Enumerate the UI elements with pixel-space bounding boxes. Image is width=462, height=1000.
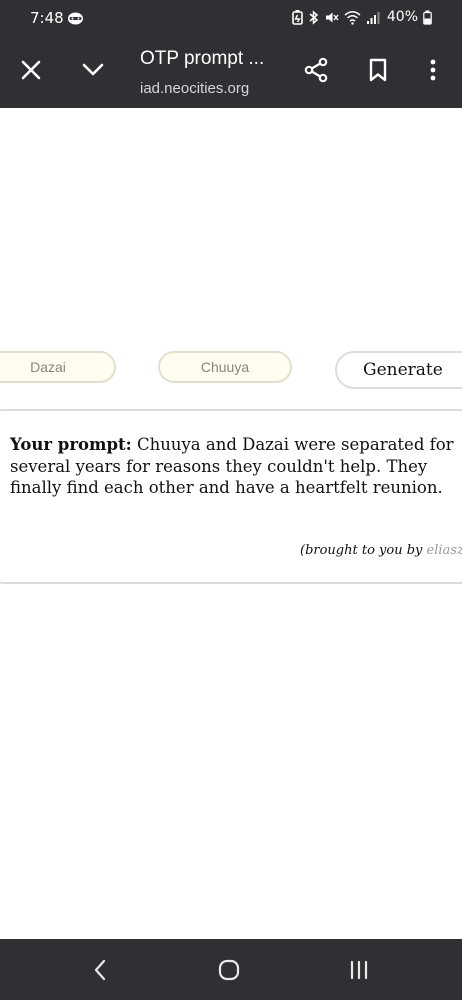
share-icon bbox=[304, 57, 328, 83]
raccoon-icon bbox=[68, 12, 83, 25]
bluetooth-icon bbox=[309, 9, 319, 25]
share-button[interactable] bbox=[298, 52, 334, 88]
minimize-button[interactable] bbox=[75, 52, 111, 88]
nav-back-button[interactable] bbox=[84, 955, 116, 985]
wifi-icon bbox=[344, 10, 361, 25]
status-bar: 7:48 40% bbox=[0, 0, 462, 36]
prompt-card: Your prompt: Chuuya and Dazai were separ… bbox=[0, 409, 462, 584]
nav-home-button[interactable] bbox=[213, 955, 245, 985]
credit-prefix: (brought to you by bbox=[300, 543, 427, 558]
more-options-button[interactable] bbox=[415, 52, 451, 88]
battery-percent: 40% bbox=[386, 9, 418, 25]
battery-icon bbox=[423, 10, 432, 25]
page-url: iad.neocities.org bbox=[140, 80, 250, 97]
recents-icon bbox=[350, 960, 368, 980]
prompt-text: Your prompt: Chuuya and Dazai were separ… bbox=[10, 434, 462, 499]
nav-recents-button[interactable] bbox=[343, 955, 375, 985]
prompt-label: Your prompt: bbox=[10, 435, 132, 454]
chevron-down-icon bbox=[82, 63, 104, 76]
signal-icon bbox=[366, 11, 380, 24]
bookmark-icon bbox=[369, 58, 387, 82]
browser-toolbar: OTP prompt ... iad.neocities.org bbox=[0, 36, 462, 108]
close-icon bbox=[21, 60, 41, 80]
status-icons: 40% bbox=[292, 9, 432, 25]
close-button[interactable] bbox=[13, 52, 49, 88]
character2-input[interactable] bbox=[158, 351, 292, 383]
system-nav-bar bbox=[0, 939, 462, 1000]
mute-icon bbox=[325, 12, 339, 22]
credit-author-link[interactable]: eliasz bbox=[427, 543, 462, 558]
back-icon bbox=[94, 959, 106, 981]
home-icon bbox=[218, 959, 240, 981]
character1-input[interactable] bbox=[0, 351, 116, 383]
credit-line: (brought to you by eliasz bbox=[300, 543, 462, 558]
page-content: Generate Your prompt: Chuuya and Dazai w… bbox=[0, 108, 462, 939]
battery-saver-icon bbox=[292, 9, 303, 25]
status-time: 7:48 bbox=[30, 9, 64, 27]
generate-button[interactable]: Generate bbox=[335, 351, 462, 389]
bookmark-button[interactable] bbox=[360, 52, 396, 88]
more-vertical-icon bbox=[430, 59, 436, 81]
page-title: OTP prompt ... bbox=[140, 48, 265, 69]
